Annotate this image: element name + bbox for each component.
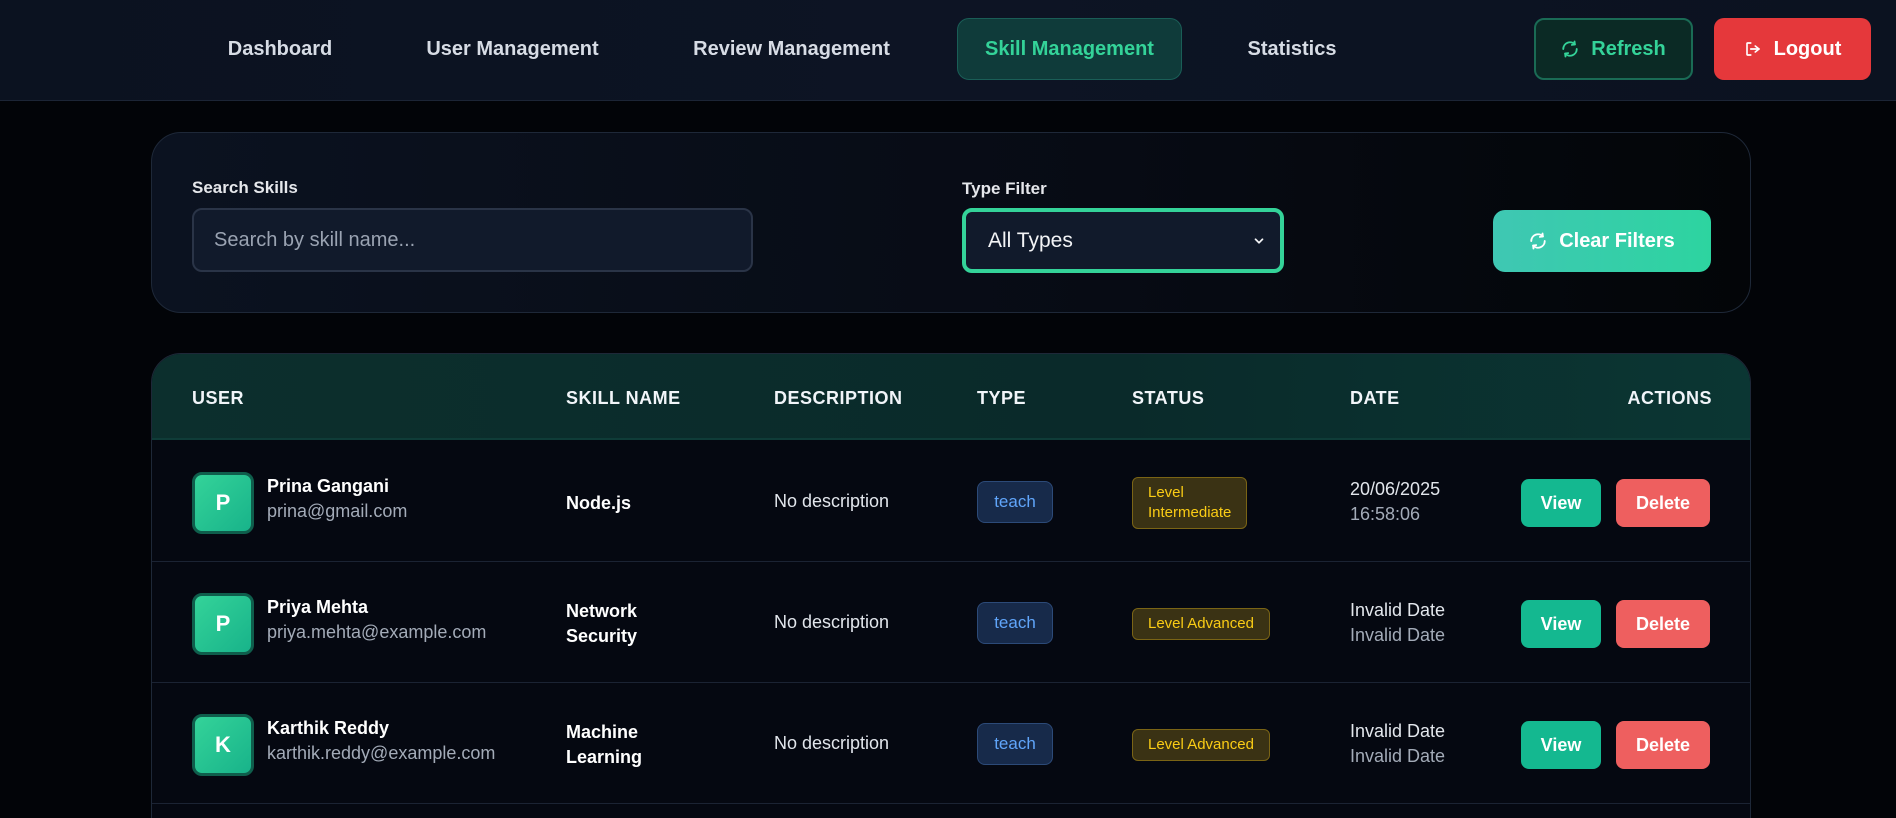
nav-dashboard[interactable]: Dashboard — [210, 18, 350, 80]
user-email: priya.mehta@example.com — [267, 622, 487, 642]
type-filter-select[interactable]: All Types — [962, 208, 1284, 273]
user-email: prina@gmail.com — [267, 501, 408, 521]
skill-name-line: Security — [566, 626, 638, 646]
status-badge: Level Advanced — [1132, 608, 1270, 640]
status-badge: Level Intermediate — [1132, 477, 1248, 529]
status-badge: Level Advanced — [1132, 729, 1270, 761]
refresh-icon — [1562, 40, 1578, 58]
time-value: Invalid Date — [1350, 746, 1446, 766]
nav-review-management[interactable]: Review Management — [680, 18, 903, 80]
refresh-button[interactable]: Refresh — [1534, 18, 1693, 80]
header-actions: ACTIONS — [1627, 388, 1712, 408]
skill-description: No description — [774, 612, 890, 632]
nav-user-management[interactable]: User Management — [410, 18, 615, 80]
skill-name-line: Machine — [566, 722, 639, 742]
logout-label: Logout — [1773, 37, 1842, 60]
skill-name: Node.js — [566, 491, 696, 516]
refresh-icon — [1530, 232, 1546, 250]
skill-description: No description — [774, 733, 890, 753]
type-badge: teach — [977, 481, 1053, 523]
clear-filters-label: Clear Filters — [1559, 229, 1675, 252]
table-row: P Priya Mehta priya.mehta@example.com Ne… — [152, 562, 1750, 683]
avatar: P — [192, 593, 254, 655]
delete-button[interactable]: Delete — [1616, 600, 1710, 648]
user-email: karthik.reddy@example.com — [267, 743, 496, 763]
skills-table: USER SKILL NAME DESCRIPTION TYPE STATUS … — [151, 353, 1751, 818]
time-value: 16:58:06 — [1350, 504, 1421, 524]
view-button[interactable]: View — [1521, 721, 1601, 769]
type-filter-label: Type Filter — [962, 179, 1047, 198]
header-user: USER — [192, 388, 245, 408]
header-type: TYPE — [977, 388, 1027, 408]
table-row: P Prina Gangani prina@gmail.com Node.js … — [152, 441, 1750, 562]
skill-description: No description — [774, 491, 890, 511]
view-button[interactable]: View — [1521, 479, 1601, 527]
type-badge: teach — [977, 602, 1053, 644]
skill-name: Network Security — [566, 599, 696, 649]
user-name: Prina Gangani — [267, 476, 390, 496]
chevron-down-icon — [1254, 237, 1264, 244]
logout-icon — [1745, 42, 1760, 56]
user-name: Priya Mehta — [267, 597, 369, 617]
delete-button[interactable]: Delete — [1616, 721, 1710, 769]
date-value: 20/06/2025 — [1350, 479, 1441, 499]
delete-button[interactable]: Delete — [1616, 479, 1710, 527]
nav-statistics[interactable]: Statistics — [1232, 18, 1352, 80]
table-header: USER SKILL NAME DESCRIPTION TYPE STATUS … — [152, 354, 1750, 440]
nav-skill-management[interactable]: Skill Management — [957, 18, 1182, 80]
top-navbar: Dashboard User Management Review Managem… — [0, 0, 1896, 101]
status-line: Intermediate — [1148, 504, 1232, 521]
header-skill-name: SKILL NAME — [566, 388, 681, 408]
time-value: Invalid Date — [1350, 625, 1446, 645]
logout-button[interactable]: Logout — [1714, 18, 1871, 80]
user-name: Karthik Reddy — [267, 718, 390, 738]
search-input[interactable] — [192, 208, 753, 272]
type-badge: teach — [977, 723, 1053, 765]
skill-name: Machine Learning — [566, 720, 696, 770]
type-filter-value: All Types — [988, 228, 1073, 252]
avatar: K — [192, 714, 254, 776]
skill-name-line: Learning — [566, 747, 643, 767]
status-line: Level — [1148, 484, 1184, 501]
skill-name-line: Node.js — [566, 493, 632, 513]
refresh-label: Refresh — [1591, 37, 1666, 60]
table-row: K Karthik Reddy karthik.reddy@example.co… — [152, 683, 1750, 804]
header-status: STATUS — [1132, 388, 1205, 408]
date-value: Invalid Date — [1350, 721, 1446, 741]
avatar: P — [192, 472, 254, 534]
clear-filters-button[interactable]: Clear Filters — [1493, 210, 1711, 272]
date-value: Invalid Date — [1350, 600, 1446, 620]
header-description: DESCRIPTION — [774, 388, 903, 408]
filter-panel: Search Skills Type Filter All Types Clea… — [151, 132, 1751, 313]
view-button[interactable]: View — [1521, 600, 1601, 648]
header-date: DATE — [1350, 388, 1400, 408]
skill-name-line: Network — [566, 601, 638, 621]
search-label: Search Skills — [192, 178, 298, 197]
